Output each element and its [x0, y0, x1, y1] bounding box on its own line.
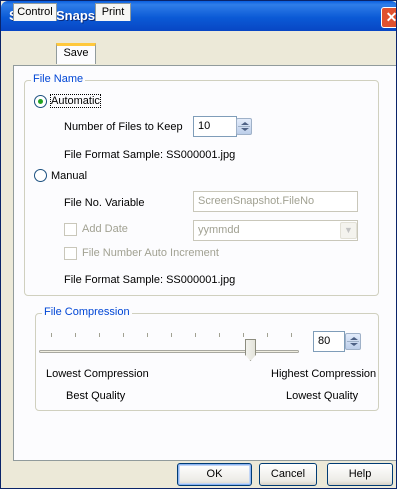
title-bar[interactable]: Screen Snapshot ✕	[1, 1, 396, 31]
tab-control[interactable]: Control	[13, 3, 57, 21]
add-date-label: Add Date	[82, 223, 128, 235]
spin-up-down-icon[interactable]	[236, 118, 252, 135]
slider-tick	[195, 333, 196, 337]
slider-tick	[219, 333, 220, 337]
automatic-format-sample: File Format Sample: SS000001.jpg	[64, 149, 236, 161]
slider-tick	[51, 333, 52, 337]
slider-tick	[291, 333, 292, 337]
file-name-group: File Name	[24, 73, 379, 296]
lowest-compression-label: Lowest Compression	[46, 368, 149, 380]
add-date-checkbox[interactable]	[64, 223, 77, 236]
auto-increment-label: File Number Auto Increment	[82, 247, 219, 259]
slider-tick	[99, 333, 100, 337]
slider-tick	[243, 333, 244, 337]
dialog-window: Screen Snapshot ✕ Control Save Print Fil…	[0, 0, 397, 489]
file-no-variable-input[interactable]: ScreenSnapshot.FileNo	[193, 191, 358, 212]
file-name-group-label: File Name	[31, 73, 86, 85]
compression-slider-track[interactable]	[39, 350, 299, 353]
slider-tick	[147, 333, 148, 337]
spin-up-down-icon[interactable]	[345, 333, 361, 350]
num-files-input[interactable]: 10	[193, 116, 237, 137]
compression-value-input[interactable]: 80	[313, 331, 345, 352]
best-quality-label: Best Quality	[66, 390, 126, 402]
num-files-label: Number of Files to Keep	[64, 121, 183, 133]
automatic-label[interactable]: Automatic	[50, 94, 101, 108]
tab-save[interactable]: Save	[56, 43, 96, 64]
slider-tick	[75, 333, 76, 337]
tab-print[interactable]: Print	[95, 3, 131, 21]
manual-format-sample: File Format Sample: SS000001.jpg	[64, 274, 236, 286]
cancel-button[interactable]: Cancel	[259, 463, 317, 486]
close-icon[interactable]: ✕	[381, 7, 396, 28]
highest-compression-label: Highest Compression	[271, 368, 377, 380]
ok-button[interactable]: OK	[177, 463, 252, 486]
manual-label[interactable]: Manual	[51, 170, 87, 182]
automatic-radio[interactable]	[34, 95, 47, 108]
auto-increment-checkbox[interactable]	[64, 247, 77, 260]
file-no-variable-label: File No. Variable	[64, 197, 145, 209]
date-format-select[interactable]: yymmdd	[193, 220, 358, 241]
chevron-down-icon[interactable]: ▼	[340, 222, 357, 239]
lowest-quality-label: Lowest Quality	[286, 390, 359, 402]
slider-tick	[171, 333, 172, 337]
manual-radio[interactable]	[34, 169, 47, 182]
slider-tick	[123, 333, 124, 337]
help-button[interactable]: Help	[327, 463, 393, 486]
slider-tick	[267, 333, 268, 337]
file-compression-group-label: File Compression	[42, 306, 132, 318]
